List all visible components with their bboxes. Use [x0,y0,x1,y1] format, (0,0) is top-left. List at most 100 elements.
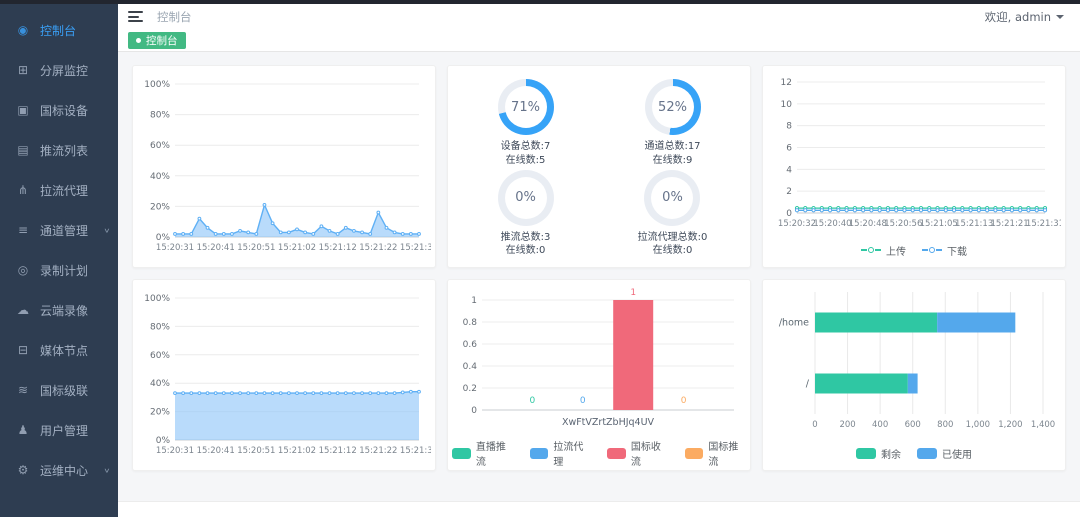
svg-text:80%: 80% [150,111,170,121]
gauge-pull-proxy: 0%拉流代理总数:0在线数:0 [638,170,708,258]
chevron-down-icon [1056,15,1064,19]
sidebar-item-cloud-record[interactable]: ☁ 云端录像 [0,290,118,330]
network-legend: 上传 下载 [767,237,1061,263]
svg-text:15:20:41: 15:20:41 [197,243,235,253]
legend-swatch-icon [607,448,626,459]
dot-icon [136,38,141,43]
cpu-usage-card: 100%80%60%40%20%0%15:20:3115:20:4115:20:… [132,65,436,268]
gauge-ring: 71% [498,79,554,135]
svg-text:1,000: 1,000 [966,420,990,430]
sidebar-item-channel-mgmt[interactable]: ≡通道管理∨ [0,210,118,250]
sidebar-item-gb-cascade[interactable]: ≋国标级联 [0,370,118,410]
memory-usage-card: 100%80%60%40%20%0%15:20:3115:20:4115:20:… [132,279,436,471]
sidebar-item-pull-proxy[interactable]: ⋔拉流代理 [0,170,118,210]
memory-usage-chart: 100%80%60%40%20%0%15:20:3115:20:4115:20:… [137,284,431,466]
footer [118,501,1080,517]
network-bandwidth-card: 12108642015:20:3215:20:4015:20:4815:20:5… [762,65,1066,268]
legend-label: 直播推流 [476,438,514,468]
svg-text:15:20:31: 15:20:31 [156,243,194,253]
app-root: ◉控制台⊞分屏监控▣国标设备▤推流列表⋔拉流代理≡通道管理∨◎录制计划 ☁ 云端录像… [0,4,1080,517]
legend-item[interactable]: 下载 [922,243,967,258]
tab-console[interactable]: 控制台 [128,32,186,49]
legend-item[interactable]: 剩余 [856,446,901,461]
svg-text:15:20:51: 15:20:51 [237,243,275,253]
stream-legend: 直播推流 拉流代理 国标收流国标推流 [452,440,746,466]
svg-text:XwFtVZrtZbHJq4UV: XwFtVZrtZbHJq4UV [562,417,655,428]
legend-item[interactable]: 已使用 [917,446,972,461]
svg-text:1,400: 1,400 [1031,420,1055,430]
legend-item[interactable]: 拉流代理 [530,438,592,468]
svg-text:400: 400 [872,420,888,430]
svg-text:15:20:31: 15:20:31 [156,446,194,456]
svg-text:1: 1 [471,296,477,306]
sidebar-item-record-plan[interactable]: ◎录制计划 [0,250,118,290]
sidebar-item-push-list[interactable]: ▤推流列表 [0,130,118,170]
sidebar-item-gb-devices[interactable]: ▣国标设备 [0,90,118,130]
legend-label: 拉流代理 [553,438,591,468]
user-menu[interactable]: 欢迎, admin [985,9,1064,25]
network-bandwidth-chart: 12108642015:20:3215:20:4015:20:4815:20:5… [767,70,1061,237]
svg-text:15:21:13: 15:21:13 [955,219,993,229]
svg-text:0: 0 [471,406,477,416]
legend-item[interactable]: 国标收流 [607,438,669,468]
chevron-down-icon: ∨ [104,466,111,473]
gauge-grid: 71%设备总数:7在线数:552%通道总数:17在线数:90%推流总数:3在线数… [452,70,746,263]
cloud-record-icon: ☁ [16,303,30,317]
legend-label: 下载 [947,243,967,258]
sidebar-item-ops-center[interactable]: ⚙运维中心∨ [0,450,118,490]
collapse-menu-icon[interactable] [128,11,143,22]
sidebar-item-media-node[interactable]: ⊟媒体节点 [0,330,118,370]
svg-text:60%: 60% [150,351,170,361]
svg-text:0: 0 [530,396,536,406]
sidebar-item-console[interactable]: ◉控制台 [0,10,118,50]
svg-text:/home: /home [779,318,809,329]
gauge-label: 推流总数:3在线数:0 [501,231,551,258]
svg-text:0%: 0% [156,233,171,243]
svg-text:4: 4 [786,165,792,175]
sidebar-item-split-monitor[interactable]: ⊞分屏监控 [0,50,118,90]
legend-label: 国标收流 [631,438,669,468]
svg-text:15:20:32: 15:20:32 [778,219,816,229]
svg-text:15:20:56: 15:20:56 [884,219,922,229]
svg-text:15:20:48: 15:20:48 [849,219,887,229]
svg-text:15:21:31: 15:21:31 [1026,219,1061,229]
svg-text:40%: 40% [150,172,170,182]
welcome-text: 欢迎, admin [985,9,1051,25]
gauge-percent: 71% [511,100,540,115]
svg-text:0.8: 0.8 [463,318,478,328]
legend-item[interactable]: 上传 [861,243,906,258]
svg-text:0%: 0% [156,436,171,446]
record-plan-icon: ◎ [16,263,30,277]
svg-text:0: 0 [681,396,687,406]
svg-text:15:21:05: 15:21:05 [920,219,958,229]
svg-text:15:21:22: 15:21:22 [359,446,397,456]
sidebar: ◉控制台⊞分屏监控▣国标设备▤推流列表⋔拉流代理≡通道管理∨◎录制计划 ☁ 云端录像… [0,4,118,517]
push-list-icon: ▤ [16,143,30,157]
legend-item[interactable]: 国标推流 [685,438,747,468]
svg-text:10: 10 [781,100,793,110]
legend-item[interactable]: 直播推流 [452,438,514,468]
sidebar-item-label: 国标级联 [40,382,88,399]
svg-text:15:21:02: 15:21:02 [278,243,316,253]
sidebar-item-label: 媒体节点 [40,342,88,359]
sidebar-item-label: 控制台 [40,22,76,39]
tab-label: 控制台 [146,33,178,48]
svg-text:12: 12 [781,78,792,88]
stats-gauges-card: 71%设备总数:7在线数:552%通道总数:17在线数:90%推流总数:3在线数… [447,65,751,268]
chevron-down-icon: ∨ [104,226,111,233]
gauge-label: 拉流代理总数:0在线数:0 [638,231,708,258]
topbar: 控制台 欢迎, admin [118,4,1080,29]
stream-stats-chart: 10.80.60.40.200010XwFtVZrtZbHJq4UV [452,284,746,440]
gauge-percent: 0% [515,190,536,205]
svg-text:15:21:12: 15:21:12 [319,446,357,456]
sidebar-item-user-mgmt[interactable]: ♟用户管理 [0,410,118,450]
disk-usage-card: 0 200 400 600 800 1,000 1,200 1,400/home / 剩余 已使用 [762,279,1066,471]
svg-text:/: / [806,379,810,390]
svg-text:200: 200 [839,420,855,430]
svg-text:600: 600 [905,420,921,430]
legend-swatch-icon [917,448,937,459]
svg-text:0: 0 [812,420,817,430]
sidebar-item-label: 云端录像 [40,302,88,319]
svg-text:800: 800 [937,420,953,430]
svg-text:1,200: 1,200 [998,420,1022,430]
